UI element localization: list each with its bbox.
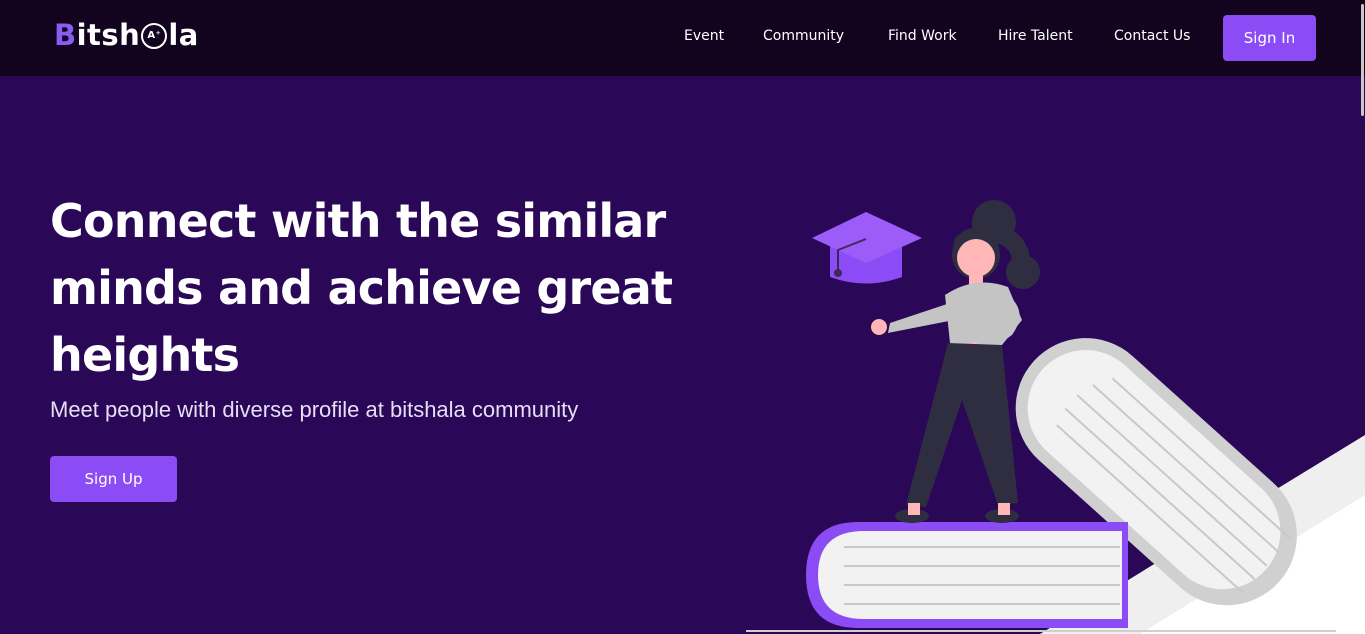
logo-letter-b: B xyxy=(54,18,77,52)
sign-in-button[interactable]: Sign In xyxy=(1223,15,1316,61)
sign-up-button[interactable]: Sign Up xyxy=(50,456,177,502)
student-on-books-illustration xyxy=(746,200,1365,634)
logo-badge-icon: A⁺ xyxy=(141,23,168,49)
navbar: Bitsh A⁺ la Event Community Find Work Hire… xyxy=(0,0,1365,76)
bitshala-logo[interactable]: Bitsh A⁺ la xyxy=(54,15,199,55)
nav-community[interactable]: Community xyxy=(763,28,844,44)
nav-hire-talent[interactable]: Hire Talent xyxy=(998,28,1073,44)
nav-event[interactable]: Event xyxy=(684,28,724,44)
nav-find-work[interactable]: Find Work xyxy=(888,28,957,44)
hero-title: Connect with the similar minds and achie… xyxy=(50,194,673,382)
nav-contact-us[interactable]: Contact Us xyxy=(1114,28,1190,44)
graduation-cap-icon xyxy=(812,212,922,284)
bottom-book xyxy=(806,522,1128,628)
logo-text-end: la xyxy=(168,18,199,52)
logo-text-mid: itsh xyxy=(76,18,141,52)
hero-subtitle: Meet people with diverse profile at bits… xyxy=(50,397,579,422)
scrollbar-thumb[interactable] xyxy=(1361,4,1364,116)
